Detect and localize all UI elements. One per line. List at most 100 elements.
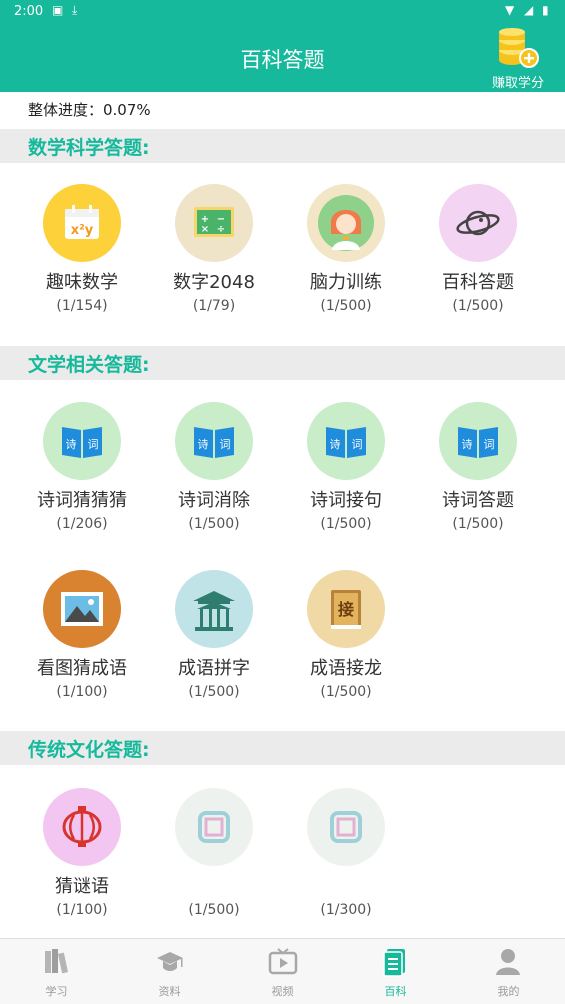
tile-count: (1/100): [56, 684, 108, 700]
poem-book-icon: 诗 词: [175, 402, 253, 480]
svg-text:接: 接: [338, 600, 354, 619]
tile-count: (1/500): [188, 902, 240, 918]
nav-tab-materials[interactable]: 资料: [113, 939, 226, 1004]
books-icon: [45, 949, 69, 974]
poem-book-icon: 诗 词: [43, 402, 121, 480]
svg-text:诗: 诗: [198, 437, 209, 451]
svg-text:词: 词: [352, 438, 363, 451]
status-bar: 2:00 ▣ ⤓ ▼ ◢ ▮: [0, 0, 565, 24]
quiz-tile-faded-1[interactable]: (1/500): [148, 788, 280, 938]
planet-icon: [439, 184, 517, 262]
quiz-tile-brain-training[interactable]: 脑力训练 (1/500): [280, 184, 412, 334]
nav-label: 视频: [271, 985, 294, 998]
earn-credits-button[interactable]: 赚取学分: [482, 28, 554, 91]
section-header-math: 数学科学答题:: [0, 129, 565, 163]
person-icon: [496, 949, 520, 975]
nav-tab-study[interactable]: 学习: [0, 939, 113, 1004]
tile-count: (1/500): [320, 298, 372, 314]
nav-label: 资料: [158, 985, 181, 998]
tile-count: (1/500): [320, 516, 372, 532]
quiz-tile-faded-2[interactable]: (1/300): [280, 788, 412, 938]
tile-name: 趣味数学: [46, 272, 118, 293]
svg-text:x²y: x²y: [71, 223, 94, 238]
overall-progress-label: 整体进度：0.07%: [28, 101, 151, 119]
nav-tab-encyclopedia[interactable]: 百科: [339, 939, 452, 1004]
poem-book-icon: 诗 词: [307, 402, 385, 480]
tile-count: (1/79): [192, 298, 236, 314]
section-header-literature: 文学相关答题:: [0, 346, 565, 380]
quiz-tile-poem-eliminate[interactable]: 诗 词 诗词消除 (1/500): [148, 402, 280, 552]
quiz-tile-picture-idiom[interactable]: 看图猜成语 (1/100): [16, 570, 148, 720]
poem-book-icon: 诗 词: [439, 402, 517, 480]
svg-text:词: 词: [484, 438, 495, 451]
document-icon: [383, 949, 405, 977]
svg-text:诗: 诗: [330, 437, 341, 451]
tile-count: (1/500): [452, 516, 504, 532]
section-header-culture: 传统文化答题:: [0, 731, 565, 765]
download-icon: ⤓: [72, 3, 78, 17]
wifi-icon: ▼: [505, 3, 515, 17]
earn-credits-label: 赚取学分: [491, 76, 544, 91]
overall-progress: 整体进度：0.07%: [0, 92, 565, 128]
tile-name: 成语拼字: [178, 658, 250, 679]
svg-text:×: ×: [201, 224, 209, 235]
calculator-board-icon: + − × ÷: [175, 184, 253, 262]
quiz-tile-riddle[interactable]: 猜谜语 (1/100): [16, 788, 148, 938]
coins-plus-icon: [499, 28, 539, 68]
section-title: 文学相关答题:: [28, 354, 150, 376]
svg-text:÷: ÷: [217, 224, 225, 235]
pavilion-icon: [175, 570, 253, 648]
tv-play-icon: [268, 948, 298, 975]
quiz-tile-idiom-chain[interactable]: 接 成语接龙 (1/500): [280, 570, 412, 720]
notification-icon: ▣: [52, 3, 64, 17]
quiz-tile-poem-continue[interactable]: 诗 词 诗词接句 (1/500): [280, 402, 412, 552]
tile-name: 诗词消除: [178, 490, 250, 511]
lantern-icon: [43, 788, 121, 866]
nav-tab-mine[interactable]: 我的: [452, 939, 565, 1004]
svg-text:诗: 诗: [462, 437, 473, 451]
tile-name: 猜谜语: [55, 876, 109, 897]
quiz-tile-fun-math[interactable]: x²y 趣味数学 (1/154): [16, 184, 148, 334]
calendar-math-icon: x²y: [43, 184, 121, 262]
quiz-tile-poem-guess[interactable]: 诗 词 诗词猜猜猜 (1/206): [16, 402, 148, 552]
svg-text:诗: 诗: [66, 437, 77, 451]
svg-text:词: 词: [88, 438, 99, 451]
faded-scroll-icon: [307, 788, 385, 866]
app-header: 百科答题 赚取学分: [0, 24, 565, 92]
quiz-tile-encyclopedia[interactable]: 百科答题 (1/500): [412, 184, 544, 334]
tile-count: (1/500): [188, 684, 240, 700]
tile-name: 脑力训练: [310, 272, 382, 293]
tile-count: (1/500): [188, 516, 240, 532]
battery-icon: ▮: [542, 3, 549, 17]
girl-avatar-icon: [307, 184, 385, 262]
chain-book-icon: 接: [307, 570, 385, 648]
tile-count: (1/154): [56, 298, 108, 314]
bottom-nav: 学习 资料 视频 百科 我的: [0, 938, 565, 1004]
section-title: 传统文化答题:: [28, 739, 150, 761]
signal-icon: ◢: [524, 3, 534, 17]
tile-count: (1/100): [56, 902, 108, 918]
graduation-cap-icon: [157, 952, 183, 971]
nav-label: 我的: [497, 985, 520, 998]
tile-name: 成语接龙: [310, 658, 382, 679]
section-title: 数学科学答题:: [28, 137, 150, 159]
tile-count: (1/500): [452, 298, 504, 314]
quiz-tile-idiom-spell[interactable]: 成语拼字 (1/500): [148, 570, 280, 720]
tile-name: 数字2048: [173, 272, 255, 293]
quiz-tile-2048[interactable]: + − × ÷ 数字2048 (1/79): [148, 184, 280, 334]
tile-name: 诗词答题: [442, 490, 514, 511]
svg-text:词: 词: [220, 438, 231, 451]
nav-label: 百科: [384, 985, 407, 998]
picture-frame-icon: [43, 570, 121, 648]
status-time: 2:00: [14, 4, 44, 19]
quiz-tile-poem-quiz[interactable]: 诗 词 诗词答题 (1/500): [412, 402, 544, 552]
tile-name: 诗词猜猜猜: [37, 490, 127, 511]
tile-count: (1/206): [56, 516, 108, 532]
nav-label: 学习: [45, 985, 68, 998]
tile-name: 百科答题: [442, 272, 514, 293]
tile-count: (1/500): [320, 684, 372, 700]
page-title: 百科答题: [240, 48, 325, 72]
tile-name: 看图猜成语: [37, 658, 127, 679]
nav-tab-video[interactable]: 视频: [226, 939, 339, 1004]
tile-name: 诗词接句: [310, 490, 382, 511]
